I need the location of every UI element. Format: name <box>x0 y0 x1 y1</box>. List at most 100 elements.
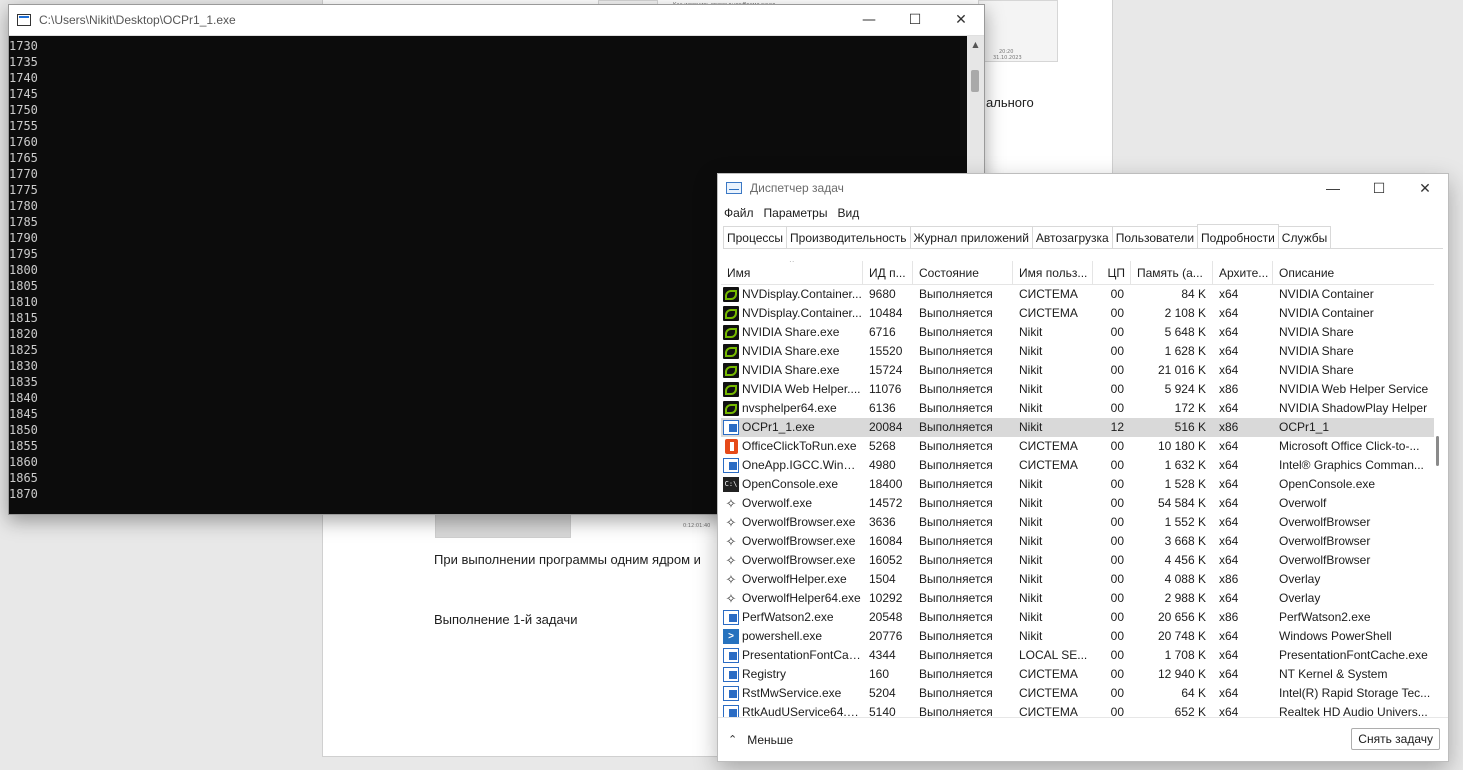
process-user: Nikit <box>1019 420 1043 434</box>
table-row[interactable]: NVIDIA Share.exe 6716 Выполняется Nikit 00 5 … <box>721 323 1434 342</box>
process-arch: x64 <box>1219 325 1239 339</box>
process-name: NVIDIA Share.exe <box>742 325 840 339</box>
tab-users[interactable]: Пользователи <box>1111 226 1199 248</box>
process-arch: x64 <box>1219 686 1239 700</box>
process-description: NVIDIA Share <box>1279 325 1354 339</box>
fewer-details-button[interactable]: ⌃ Меньше <box>728 733 793 747</box>
process-name-cell: C:\ OpenConsole.exe <box>721 475 863 494</box>
table-row[interactable]: NVDisplay.Container... 10484 Выполняется СИ… <box>721 304 1434 323</box>
process-pid: 18400 <box>869 477 903 491</box>
app-icon <box>723 610 739 625</box>
process-user: Nikit <box>1019 591 1043 605</box>
scroll-up-arrow-icon[interactable]: ▲ <box>967 36 984 53</box>
tab-details[interactable]: Подробности <box>1197 224 1279 248</box>
process-arch: x64 <box>1219 458 1239 472</box>
process-memory: 1 708 K <box>1164 648 1206 662</box>
process-cpu: 12 <box>1110 420 1124 434</box>
process-memory: 12 940 K <box>1157 667 1206 681</box>
table-row[interactable]: OfficeClickToRun.exe 5268 Выполняется СИСТЕ… <box>721 437 1434 456</box>
process-cpu: 00 <box>1110 306 1124 320</box>
table-row[interactable]: NVDisplay.Container... 9680 Выполняется СИС… <box>721 285 1434 304</box>
table-row[interactable]: RstMwService.exe 5204 Выполняется СИСТЕМА 00… <box>721 684 1434 703</box>
tab-services[interactable]: Службы <box>1277 226 1332 248</box>
process-memory: 1 552 K <box>1164 515 1206 529</box>
process-arch: x64 <box>1219 553 1239 567</box>
menu-file[interactable]: Файл <box>724 206 760 220</box>
table-row[interactable]: NVIDIA Share.exe 15520 Выполняется Nikit 00 1… <box>721 342 1434 361</box>
column-memory[interactable]: Память (а... <box>1131 261 1213 285</box>
process-pid: 15520 <box>869 344 903 358</box>
table-row[interactable]: OneApp.IGCC.WinSe... 4980 Выполняется СИСТЕ… <box>721 456 1434 475</box>
close-icon[interactable]: ✕ <box>1402 173 1448 204</box>
table-row[interactable]: Registry 160 Выполняется СИСТЕМА 00 12 940 K x… <box>721 665 1434 684</box>
process-memory: 1 632 K <box>1164 458 1206 472</box>
process-name-cell: NVDisplay.Container... <box>721 304 863 323</box>
table-row[interactable]: > powershell.exe 20776 Выполняется Nikit 00 20… <box>721 627 1434 646</box>
process-name: OverwolfBrowser.exe <box>742 515 856 529</box>
table-row[interactable]: ✧ OverwolfHelper64.exe 10292 Выполняется Nik… <box>721 589 1434 608</box>
table-row[interactable]: ✧ OverwolfBrowser.exe 16052 Выполняется Niki… <box>721 551 1434 570</box>
process-description: NVIDIA Web Helper Service <box>1279 382 1429 396</box>
column-arch[interactable]: Архите... <box>1213 261 1273 285</box>
table-row[interactable]: ✧ OverwolfBrowser.exe 3636 Выполняется Nikit… <box>721 513 1434 532</box>
tab-processes[interactable]: Процессы <box>723 226 788 248</box>
process-arch: x86 <box>1219 610 1239 624</box>
process-pid: 5268 <box>869 439 896 453</box>
table-row[interactable]: ✧ OverwolfHelper.exe 1504 Выполняется Nikit 0… <box>721 570 1434 589</box>
table-row[interactable]: nvsphelper64.exe 6136 Выполняется Nikit 00 17… <box>721 399 1434 418</box>
menu-options[interactable]: Параметры <box>764 206 834 220</box>
table-row[interactable]: ✧ Overwolf.exe 14572 Выполняется Nikit 00 54 5… <box>721 494 1434 513</box>
process-user: Nikit <box>1019 363 1043 377</box>
console-line: 1730 <box>9 39 38 53</box>
tm-menubar: Файл Параметры Вид <box>718 202 1448 224</box>
tab-performance[interactable]: Производительность <box>786 226 911 248</box>
table-row[interactable]: ✧ OverwolfBrowser.exe 16084 Выполняется Niki… <box>721 532 1434 551</box>
close-icon[interactable]: ✕ <box>938 5 984 36</box>
process-cpu: 00 <box>1110 287 1124 301</box>
process-status: Выполняется <box>919 515 993 529</box>
process-name: PresentationFontCac... <box>742 648 862 662</box>
console-titlebar[interactable]: C:\Users\Nikit\Desktop\OCPr1_1.exe — ☐ ✕ <box>9 5 984 36</box>
scroll-thumb[interactable] <box>971 70 979 92</box>
minimize-icon[interactable]: — <box>1310 173 1356 204</box>
task-manager-window: Диспетчер задач — ☐ ✕ Файл Параметры Вид… <box>717 173 1449 762</box>
column-pid[interactable]: ИД п... <box>863 261 913 285</box>
process-name: OpenConsole.exe <box>742 477 839 491</box>
minimize-icon[interactable]: — <box>846 5 892 36</box>
table-row[interactable]: PerfWatson2.exe 20548 Выполняется Nikit 00 20… <box>721 608 1434 627</box>
table-row[interactable]: OCPr1_1.exe 20084 Выполняется Nikit 12 516 K x… <box>721 418 1434 437</box>
tm-titlebar[interactable]: Диспетчер задач — ☐ ✕ <box>718 174 1448 202</box>
process-description: Intel® Graphics Comman... <box>1279 458 1424 472</box>
process-user: СИСТЕМА <box>1019 306 1078 320</box>
process-cpu: 00 <box>1110 686 1124 700</box>
table-row[interactable]: NVIDIA Web Helper.... 11076 Выполняется Nik… <box>721 380 1434 399</box>
console-line: 1765 <box>9 151 38 165</box>
process-pid: 6716 <box>869 325 896 339</box>
process-memory: 172 K <box>1174 401 1206 415</box>
table-row[interactable]: PresentationFontCac... 4344 Выполняется LOC… <box>721 646 1434 665</box>
process-pid: 20548 <box>869 610 903 624</box>
maximize-icon[interactable]: ☐ <box>1356 173 1402 204</box>
column-user[interactable]: Имя польз... <box>1013 261 1093 285</box>
column-cpu[interactable]: ЦП <box>1093 261 1131 285</box>
menu-view[interactable]: Вид <box>837 206 865 220</box>
process-cpu: 00 <box>1110 629 1124 643</box>
process-table-scrollbar[interactable] <box>1431 261 1443 717</box>
process-pid: 3636 <box>869 515 896 529</box>
column-description[interactable]: Описание <box>1273 261 1434 285</box>
table-row[interactable]: C:\ OpenConsole.exe 18400 Выполняется Nikit 0… <box>721 475 1434 494</box>
column-status[interactable]: Состояние <box>913 261 1013 285</box>
end-task-button[interactable]: Снять задачу <box>1351 728 1440 750</box>
scroll-thumb[interactable] <box>1436 436 1439 466</box>
process-memory: 21 016 K <box>1157 363 1206 377</box>
process-pid: 4980 <box>869 458 896 472</box>
process-cpu: 00 <box>1110 648 1124 662</box>
nvidia-icon <box>723 344 739 359</box>
table-row[interactable]: RtkAudUService64.exe 5140 Выполняется СИСТЕ… <box>721 703 1434 717</box>
process-user: СИСТЕМА <box>1019 686 1078 700</box>
maximize-icon[interactable]: ☐ <box>892 5 938 36</box>
table-row[interactable]: NVIDIA Share.exe 15724 Выполняется Nikit 00 2… <box>721 361 1434 380</box>
tab-app-history[interactable]: Журнал приложений <box>909 226 1033 248</box>
tab-startup[interactable]: Автозагрузка <box>1031 226 1113 248</box>
process-user: Nikit <box>1019 477 1043 491</box>
